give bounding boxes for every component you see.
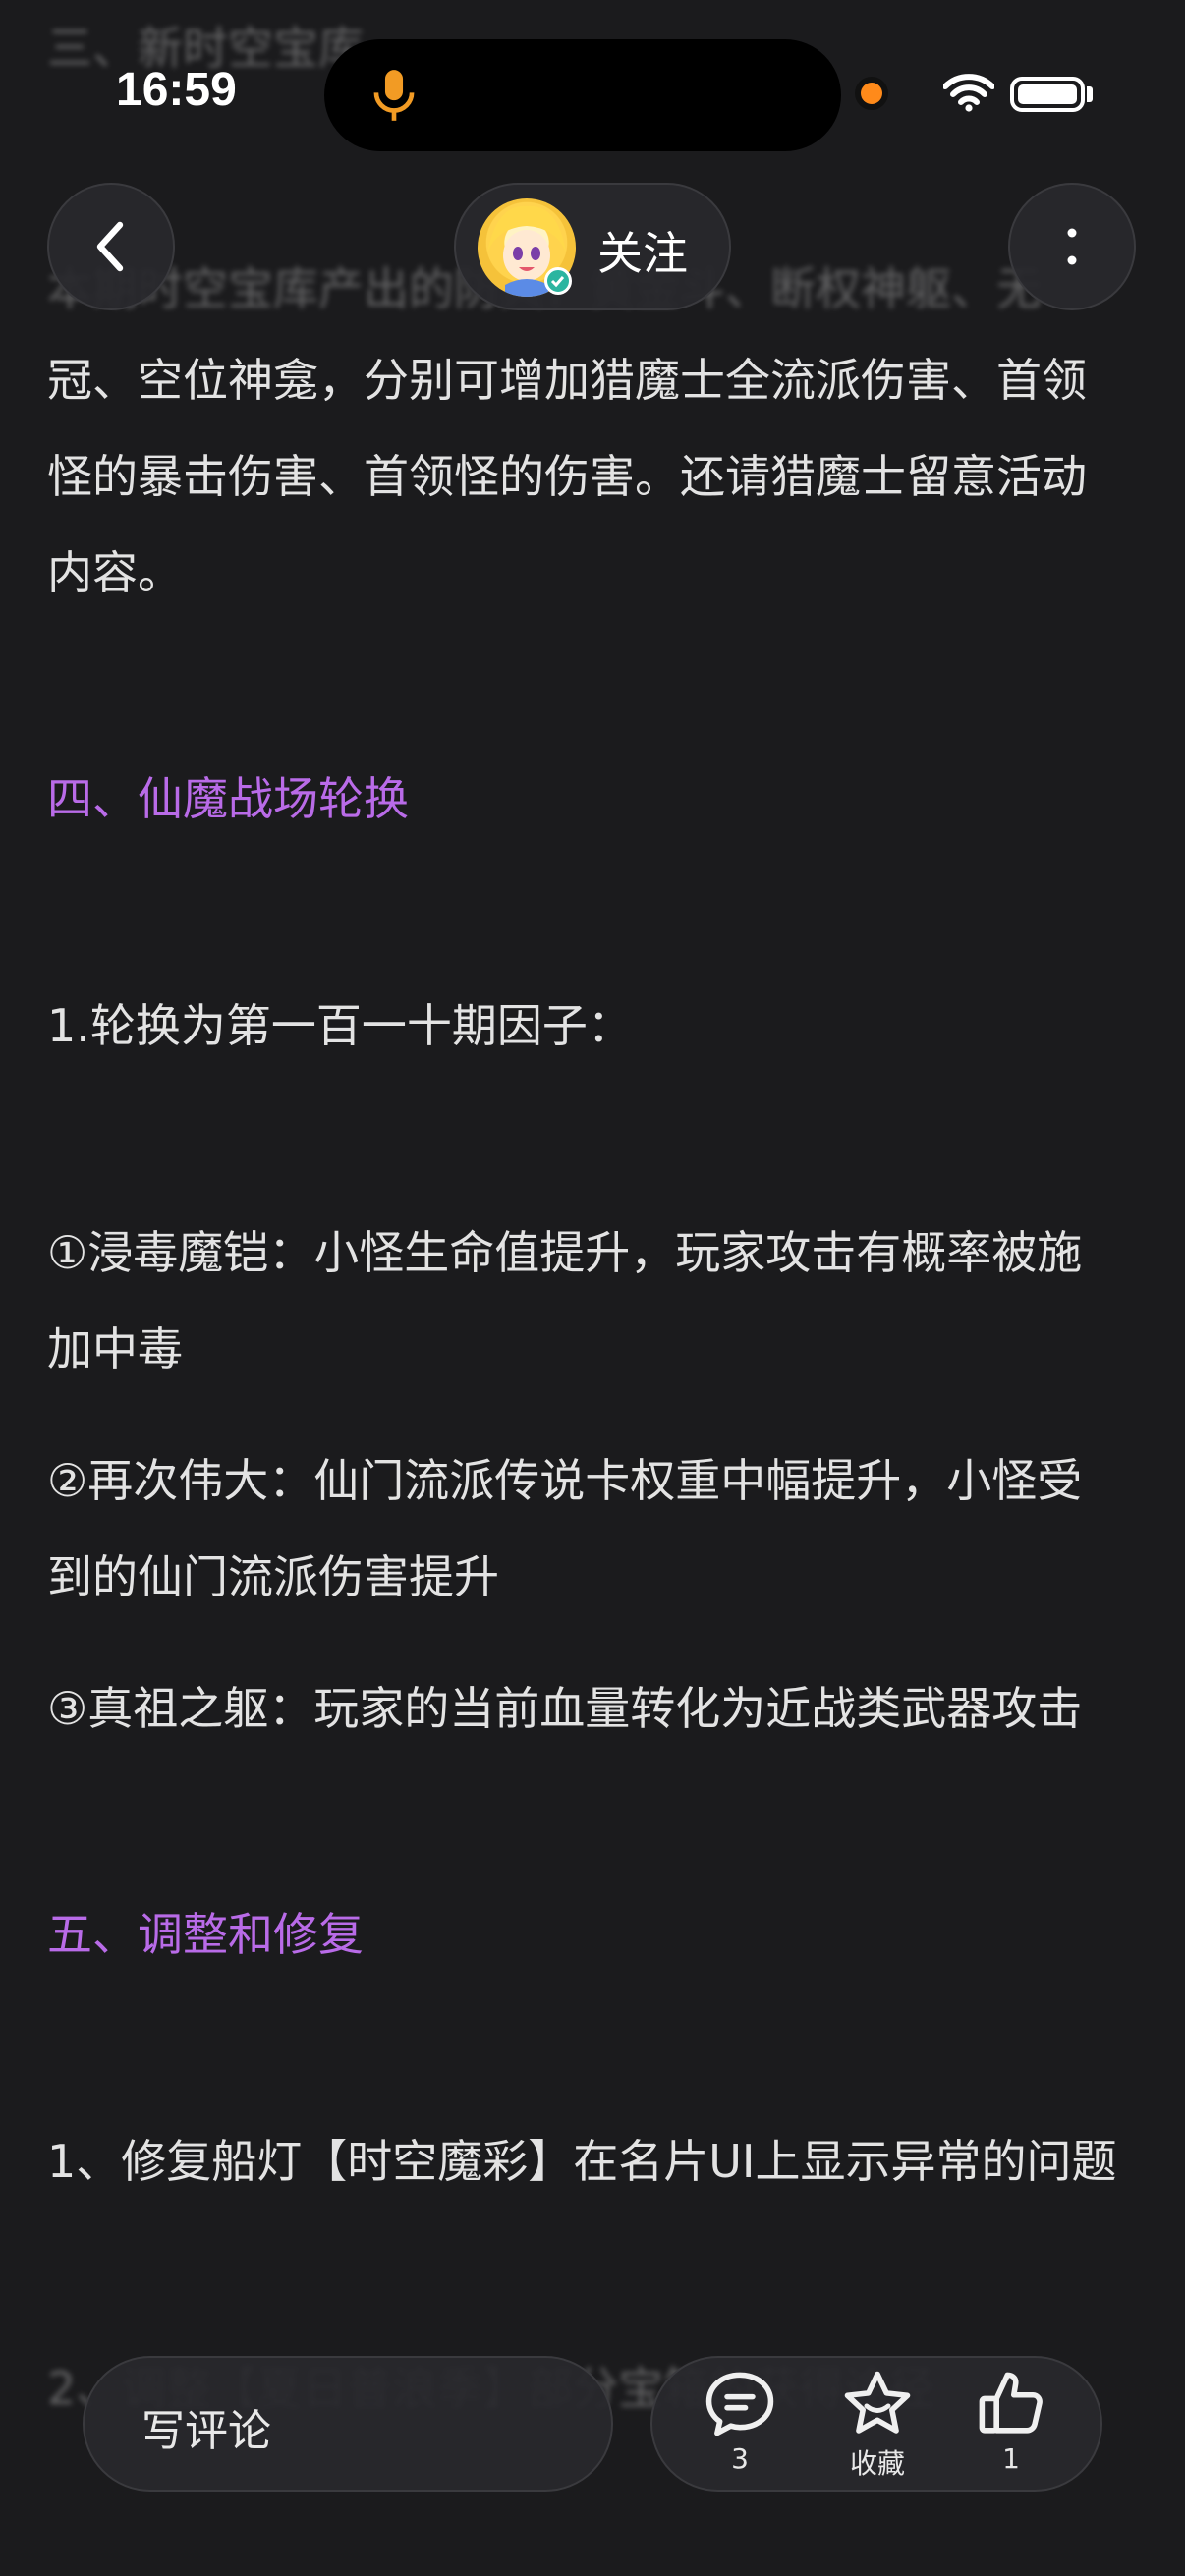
subheading-factor-rotation: 1.轮换为第一百一十期因子： xyxy=(47,999,633,1052)
favorite-label: 收藏 xyxy=(849,2447,905,2480)
thumbs-up-icon xyxy=(979,2372,1043,2434)
microphone-icon xyxy=(373,70,415,121)
like-button[interactable]: 1 xyxy=(957,2368,1065,2486)
follow-button-label[interactable]: 关注 xyxy=(597,218,688,283)
write-comment-input[interactable]: 写评论 xyxy=(83,2356,613,2492)
section-heading-4: 四、仙魔战场轮换 xyxy=(47,772,409,825)
dynamic-island xyxy=(324,39,841,151)
section-heading-5: 五、调整和修复 xyxy=(47,1908,364,1961)
wifi-icon xyxy=(943,74,994,112)
paragraph-line: 内容。 xyxy=(47,546,183,599)
verified-badge-icon xyxy=(544,267,572,295)
back-button[interactable] xyxy=(47,183,175,310)
star-icon xyxy=(844,2371,911,2434)
comments-button[interactable]: 3 xyxy=(686,2368,794,2486)
article-body: 三、新时空宝库 本期时空宝库产出的防具：黄金斗、断权神躯、无 冠、空位神龛，分别… xyxy=(0,0,1185,2576)
comment-placeholder: 写评论 xyxy=(141,2406,271,2456)
comments-count: 3 xyxy=(731,2442,749,2475)
battery-icon xyxy=(1010,77,1085,112)
battery-tip xyxy=(1087,86,1093,102)
list-item-3: ③真祖之躯：玩家的当前血量转化为近战类武器攻击 xyxy=(47,1682,1083,1735)
camera-indicator-dot xyxy=(861,83,882,104)
fix-item-1: 1、修复船灯【时空魔彩】在名片UI上显示异常的问题 xyxy=(47,2135,1117,2188)
comment-icon xyxy=(705,2372,774,2436)
chevron-left-icon xyxy=(96,221,124,272)
list-item-1-cont: 加中毒 xyxy=(47,1322,183,1375)
list-item-2: ②再次伟大：仙门流派传说卡权重中幅提升，小怪受 xyxy=(47,1454,1083,1507)
list-item-1: ①浸毒魔铠：小怪生命值提升，玩家攻击有概率被施 xyxy=(47,1226,1083,1279)
likes-count: 1 xyxy=(1002,2442,1020,2475)
more-options-button[interactable] xyxy=(1008,183,1136,310)
action-bar: 3 收藏 1 xyxy=(650,2356,1102,2492)
favorite-button[interactable]: 收藏 xyxy=(823,2368,931,2486)
status-bar: 16:59 xyxy=(0,0,1185,177)
paragraph-line: 怪的暴击伤害、首领怪的伤害。还请猎魔士留意活动 xyxy=(47,450,1087,503)
paragraph-line: 冠、空位神龛，分别可增加猎魔士全流派伤害、首领 xyxy=(47,354,1087,407)
author-follow-pill[interactable]: 关注 xyxy=(454,183,731,310)
list-item-2-cont: 到的仙门流派伤害提升 xyxy=(47,1550,499,1603)
more-vertical-icon xyxy=(1067,228,1077,265)
status-time: 16:59 xyxy=(116,64,237,116)
